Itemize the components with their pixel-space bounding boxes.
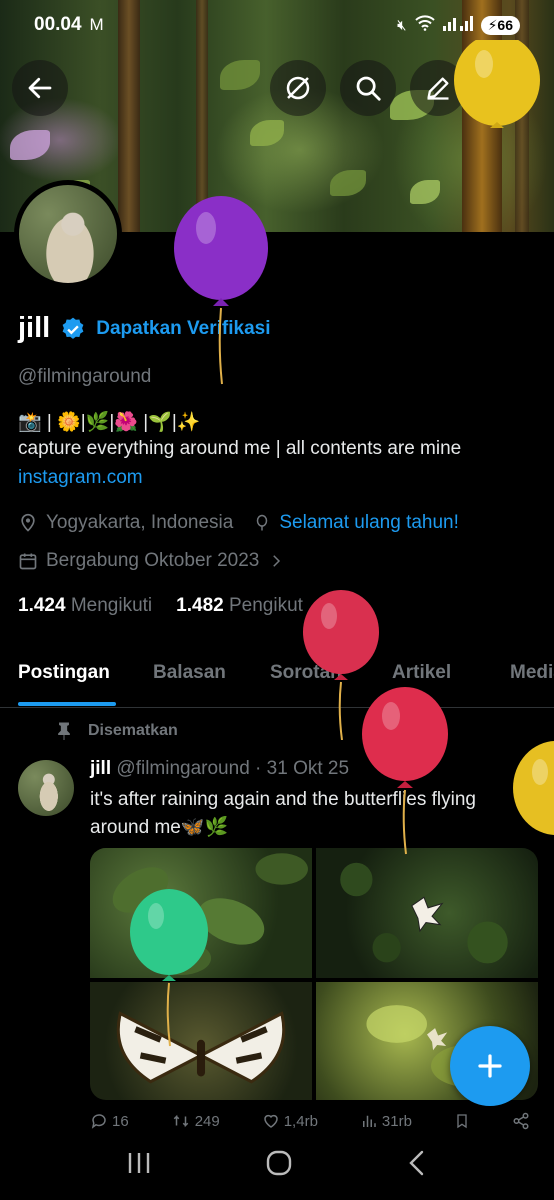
tab-replies[interactable]: Balasan (153, 662, 226, 684)
grok-button[interactable] (270, 60, 326, 116)
balloon-green (130, 889, 208, 1047)
repost-button[interactable]: 249 (171, 1112, 220, 1130)
active-tab-indicator (18, 702, 116, 706)
chevron-right-icon[interactable] (267, 552, 285, 570)
pin-icon (58, 722, 70, 740)
birthday-text[interactable]: Selamat ulang tahun! (279, 512, 459, 534)
signal-icon (442, 15, 473, 35)
profile-tabs: Postingan Balasan Sorotan Artikel Media (0, 648, 554, 708)
home-icon (266, 1150, 292, 1175)
tab-posts[interactable]: Postingan (18, 662, 110, 684)
home-button[interactable] (265, 1149, 293, 1182)
status-icons: 🔇︎ ⚡66 (397, 15, 520, 35)
profile-meta-row: Yogyakarta, Indonesia Selamat ulang tahu… (18, 512, 459, 534)
post-actions: 16 249 1,4rb 31rb (90, 1112, 530, 1130)
bookmark-icon (457, 1114, 467, 1129)
chevron-left-icon (408, 1150, 423, 1175)
post-image-2[interactable] (316, 848, 538, 979)
followers-stat[interactable]: 1.482 Pengikut (176, 595, 303, 617)
verified-badge-icon (62, 317, 84, 339)
bookmark-button[interactable] (454, 1112, 470, 1130)
post-text: it's after raining again and the butterf… (90, 789, 476, 838)
wifi-icon (414, 15, 435, 35)
back-nav-button[interactable] (406, 1149, 428, 1182)
compose-button[interactable] (450, 1026, 530, 1106)
display-name: jill (18, 312, 51, 344)
repost-icon (173, 1114, 188, 1128)
following-stat[interactable]: 1.424 Mengikuti (18, 595, 152, 617)
joined-text: Bergabung Oktober 2023 (46, 550, 260, 571)
location-text: Yogyakarta, Indonesia (46, 512, 234, 533)
reply-icon (91, 1114, 106, 1129)
recent-apps-button[interactable] (126, 1151, 152, 1180)
balloon-red-2 (362, 687, 448, 855)
post-date: · 31 Okt 25 (255, 758, 350, 779)
mute-icon: 🔇︎ (397, 16, 407, 34)
tab-articles[interactable]: Artikel (392, 662, 451, 684)
share-button[interactable] (512, 1112, 530, 1130)
like-button[interactable]: 1,4rb (262, 1112, 318, 1130)
views-button[interactable]: 31rb (360, 1112, 412, 1130)
share-icon (513, 1112, 529, 1130)
system-nav-bar (0, 1130, 554, 1200)
search-button[interactable] (340, 60, 396, 116)
joined-row: Bergabung Oktober 2023 (18, 550, 285, 572)
gmail-icon: M (89, 15, 104, 34)
profile-handle: @filmingaround (18, 366, 152, 387)
reply-button[interactable]: 16 (90, 1112, 129, 1130)
post-header: jill @filmingaround · 31 Okt 25 (90, 758, 349, 780)
recents-icon (129, 1152, 150, 1173)
follow-stats: 1.424 Mengikuti 1.482 Pengikut (18, 595, 303, 617)
bio-text: capture everything around me | all conte… (18, 438, 462, 459)
views-icon (362, 1115, 376, 1127)
pinned-indicator: Disematkan (56, 722, 178, 740)
calendar-icon (19, 553, 37, 570)
balloon-purple (174, 196, 268, 385)
post-author-avatar[interactable] (18, 760, 74, 816)
pinned-label: Disematkan (88, 722, 178, 739)
plus-icon (478, 1054, 502, 1078)
search-icon (356, 76, 381, 101)
arrow-left-icon (28, 77, 52, 99)
tab-media[interactable]: Media (510, 662, 554, 684)
profile-link[interactable]: instagram.com (18, 467, 143, 489)
status-time: 00.04 M (34, 14, 104, 35)
balloon-yellow-top (454, 40, 540, 128)
profile-avatar[interactable] (14, 180, 122, 288)
heart-icon (263, 1114, 278, 1128)
grok-icon (286, 76, 310, 100)
pencil-icon (427, 77, 449, 100)
back-button[interactable] (12, 60, 68, 116)
location-pin-icon (21, 513, 35, 532)
balloon-yellow-right (513, 741, 554, 835)
post-author-name[interactable]: jill (90, 758, 111, 779)
post-author-handle[interactable]: @filmingaround (116, 758, 249, 779)
bio-emoji-line: 📸 | 🌼|🌿|🌺 |🌱|✨ (18, 412, 201, 433)
battery-indicator: ⚡66 (480, 15, 520, 35)
balloon-icon (257, 514, 268, 531)
